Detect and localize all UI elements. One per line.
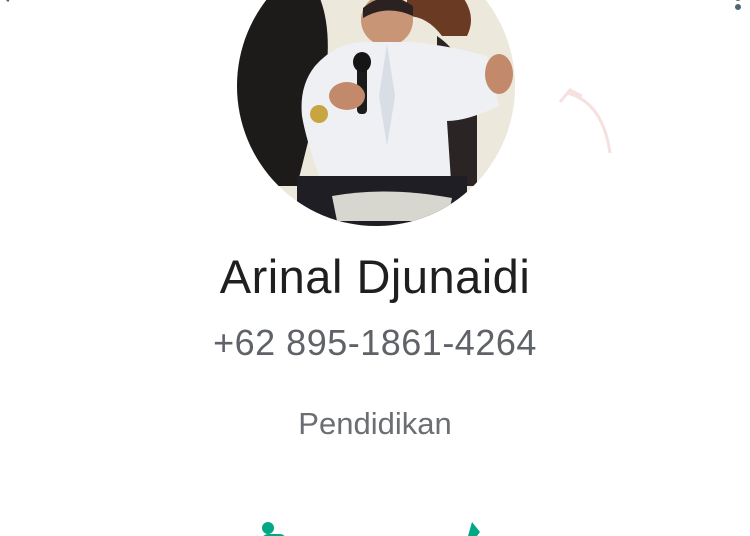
action-row xyxy=(0,518,750,536)
arrow-left-icon[interactable] xyxy=(0,0,20,6)
decorative-arrow-mark xyxy=(558,88,612,154)
chat-icon[interactable] xyxy=(256,518,292,536)
profile-photo[interactable] xyxy=(237,0,515,226)
call-icon[interactable] xyxy=(458,518,494,536)
contact-info-screen: Arinal Djunaidi +62 895-1861-4264 Pendid… xyxy=(0,0,750,536)
contact-phone-number[interactable]: +62 895-1861-4264 xyxy=(0,322,750,364)
contact-about-text: Pendidikan xyxy=(298,406,452,441)
more-vertical-icon[interactable] xyxy=(732,0,744,10)
contact-name: Arinal Djunaidi xyxy=(219,250,531,303)
